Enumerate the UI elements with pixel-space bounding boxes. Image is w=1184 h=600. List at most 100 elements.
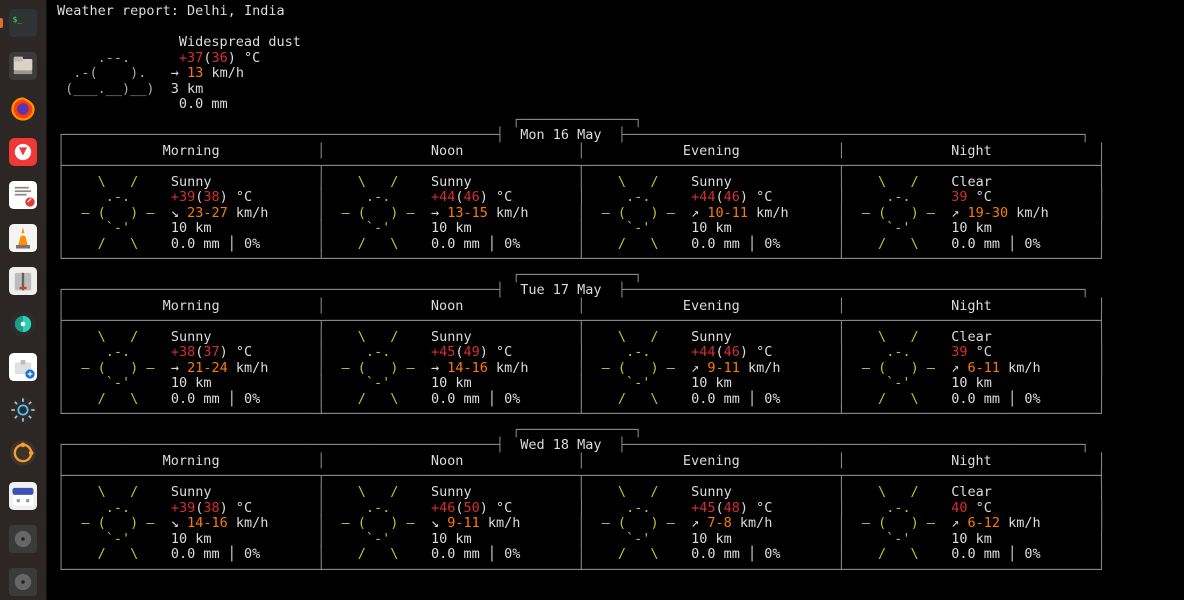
sun-art: / \ (65, 391, 171, 407)
screenshot-icon[interactable] (4, 305, 42, 342)
sun-art: \ / (585, 329, 691, 345)
temp-hi: +44 (691, 344, 715, 360)
period-label: Night (845, 143, 1097, 159)
period-label: Evening (585, 453, 837, 469)
sun-art: ― ( ) ― (325, 360, 431, 376)
cond: Clear (951, 174, 1097, 190)
settings-icon[interactable] (4, 391, 42, 428)
sun-art: `-' (846, 375, 952, 391)
wind: 9-11 (707, 360, 740, 376)
temp-hi: 39 (951, 189, 967, 205)
precip: 0.0 mm │ 0% (951, 236, 1097, 252)
temp-lo: 50 (464, 500, 480, 516)
precip: 0.0 mm │ 0% (691, 236, 837, 252)
terminal-icon[interactable]: $_ (4, 4, 42, 41)
sun-art: / \ (585, 546, 691, 562)
report-title: Weather report: (57, 3, 187, 19)
sun-art: ― ( ) ― (65, 515, 171, 531)
day-date: Mon 16 May (504, 127, 618, 143)
visibility: 10 km (951, 220, 1097, 236)
terminal-output[interactable]: Weather report: Delhi, India Widespread … (47, 0, 1184, 600)
wind: 14-16 (187, 515, 228, 531)
current-precip: 0.0 mm (57, 96, 228, 112)
wind: 23-27 (187, 205, 228, 221)
cond: Sunny (171, 174, 317, 190)
text-editor-icon[interactable] (4, 176, 42, 213)
temp-hi: 40 (951, 500, 967, 516)
disk1-icon[interactable] (4, 520, 42, 557)
sun-art: ― ( ) ― (846, 515, 952, 531)
cond: Sunny (171, 484, 317, 500)
sun-art: / \ (325, 236, 431, 252)
sun-art: ― ( ) ― (325, 205, 431, 221)
archive-icon[interactable] (4, 262, 42, 299)
calendar-icon[interactable] (4, 477, 42, 514)
day-date: Wed 18 May (504, 437, 618, 453)
sun-art: ― ( ) ― (65, 205, 171, 221)
vlc-icon[interactable] (4, 219, 42, 256)
firefox-icon[interactable] (4, 90, 42, 127)
day-date: Tue 17 May (504, 282, 618, 298)
wind: 6-12 (968, 515, 1001, 531)
cond: Sunny (691, 329, 837, 345)
current-temp-lo: 36 (211, 50, 227, 66)
temp-hi: +45 (431, 344, 455, 360)
sun-art: .-. (65, 189, 171, 205)
sun-art: / \ (325, 546, 431, 562)
visibility: 10 km (691, 220, 837, 236)
sun-art: \ / (846, 329, 952, 345)
files-icon[interactable] (4, 47, 42, 84)
svg-text:$_: $_ (13, 13, 23, 23)
vivaldi-icon[interactable] (4, 133, 42, 170)
cloud-art: .--. (57, 50, 179, 66)
temp-hi: +44 (691, 189, 715, 205)
visibility: 10 km (171, 220, 317, 236)
sun-art: `-' (325, 220, 431, 236)
sun-art: .-. (846, 500, 952, 516)
sun-art: \ / (65, 484, 171, 500)
temp-hi: +39 (171, 189, 195, 205)
cond: Sunny (431, 484, 577, 500)
cond: Clear (951, 329, 1097, 345)
sun-art: \ / (65, 329, 171, 345)
precip: 0.0 mm │ 0% (431, 546, 577, 562)
temp-lo: 46 (724, 344, 740, 360)
temp-hi: 39 (951, 344, 967, 360)
cond: Sunny (431, 174, 577, 190)
software-icon[interactable] (4, 348, 42, 385)
precip: 0.0 mm │ 0% (171, 236, 317, 252)
sun-art: .-. (846, 189, 952, 205)
precip: 0.0 mm │ 0% (171, 391, 317, 407)
wind: 19-30 (968, 205, 1009, 221)
sun-art: .-. (65, 500, 171, 516)
planner-icon[interactable] (4, 434, 42, 471)
current-wind: 13 (187, 65, 203, 81)
cond: Sunny (691, 174, 837, 190)
temp-lo: 46 (724, 189, 740, 205)
temp-lo: 38 (203, 189, 219, 205)
cond: Sunny (171, 329, 317, 345)
sun-art: ― ( ) ― (585, 360, 691, 376)
sun-art: \ / (585, 174, 691, 190)
sun-art: ― ( ) ― (846, 360, 952, 376)
temp-hi: +39 (171, 500, 195, 516)
sun-art: .-. (325, 500, 431, 516)
sun-art: \ / (846, 174, 952, 190)
sun-art: \ / (325, 174, 431, 190)
visibility: 10 km (431, 220, 577, 236)
current-temp-hi: +37 (179, 50, 203, 66)
sun-art: .-. (585, 344, 691, 360)
sun-art: ― ( ) ― (65, 360, 171, 376)
sun-art: ― ( ) ― (585, 515, 691, 531)
disk2-icon[interactable] (4, 563, 42, 600)
sun-art: / \ (846, 546, 952, 562)
sun-art: / \ (846, 236, 952, 252)
sun-art: \ / (846, 484, 952, 500)
period-label: Morning (65, 298, 317, 314)
precip: 0.0 mm │ 0% (951, 546, 1097, 562)
taskbar: $_ (0, 0, 47, 600)
precip: 0.0 mm │ 0% (691, 391, 837, 407)
sun-art: ― ( ) ― (325, 515, 431, 531)
visibility: 10 km (691, 375, 837, 391)
sun-art: \ / (325, 329, 431, 345)
